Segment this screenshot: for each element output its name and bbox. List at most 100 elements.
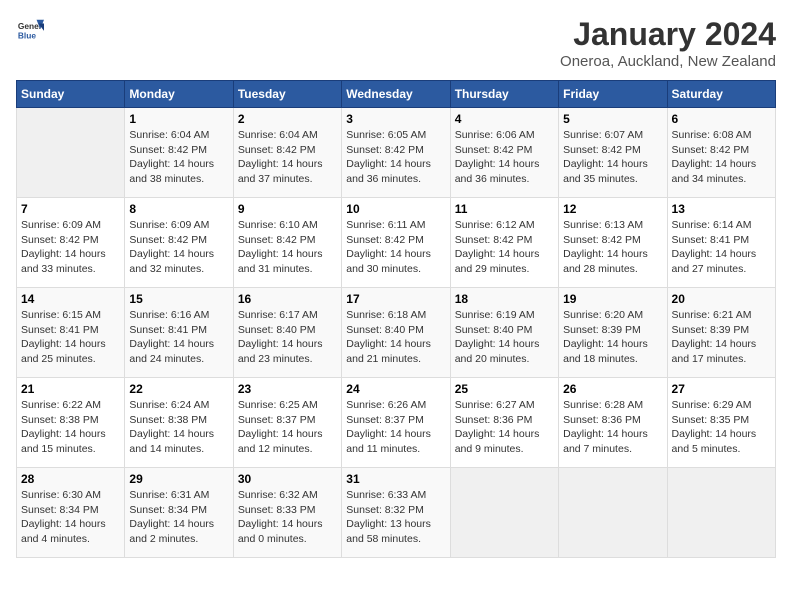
day-number: 31 — [346, 472, 445, 486]
calendar-cell: 12Sunrise: 6:13 AMSunset: 8:42 PMDayligh… — [559, 198, 667, 288]
calendar-cell: 25 Sunrise: 6:27 AMSunset: 8:36 PMDayligh… — [450, 378, 558, 468]
title-block: January 2024 Oneroa, Auckland, New Zeala… — [560, 16, 776, 70]
day-number: 17 — [346, 292, 445, 306]
day-number: 24 — [346, 382, 445, 396]
calendar-cell — [559, 468, 667, 558]
week-row-2: 7 Sunrise: 6:09 AMSunset: 8:42 PMDaylight… — [17, 198, 776, 288]
calendar-cell: 8 Sunrise: 6:09 AMSunset: 8:42 PMDaylight… — [125, 198, 233, 288]
day-number: 20 — [672, 292, 771, 306]
calendar-cell: 4Sunrise: 6:06 AMSunset: 8:42 PMDaylight… — [450, 108, 558, 198]
day-number: 10 — [346, 202, 445, 216]
day-number: 7 — [21, 202, 120, 216]
day-info: Sunrise: 6:10 AMSunset: 8:42 PMDaylight:… — [238, 218, 337, 277]
day-number: 15 — [129, 292, 228, 306]
day-number: 19 — [563, 292, 662, 306]
day-number: 8 — [129, 202, 228, 216]
header-row: SundayMondayTuesdayWednesdayThursdayFrid… — [17, 81, 776, 108]
day-info: Sunrise: 6:17 AMSunset: 8:40 PMDaylight:… — [238, 308, 337, 367]
day-number: 16 — [238, 292, 337, 306]
calendar-cell: 23 Sunrise: 6:25 AMSunset: 8:37 PMDayligh… — [233, 378, 341, 468]
day-number: 3 — [346, 112, 445, 126]
calendar-cell: 20 Sunrise: 6:21 AMSunset: 8:39 PMDayligh… — [667, 288, 775, 378]
day-number: 9 — [238, 202, 337, 216]
day-number: 25 — [455, 382, 554, 396]
day-info: Sunrise: 6:04 AMSunset: 8:42 PMDaylight:… — [238, 128, 337, 187]
header-tuesday: Tuesday — [233, 81, 341, 108]
day-number: 29 — [129, 472, 228, 486]
calendar-cell: 10 Sunrise: 6:11 AMSunset: 8:42 PMDayligh… — [342, 198, 450, 288]
calendar-cell: 17 Sunrise: 6:18 AMSunset: 8:40 PMDayligh… — [342, 288, 450, 378]
calendar-cell: 9 Sunrise: 6:10 AMSunset: 8:42 PMDaylight… — [233, 198, 341, 288]
calendar-cell: 29Sunrise: 6:31 AMSunset: 8:34 PMDayligh… — [125, 468, 233, 558]
calendar-cell: 28 Sunrise: 6:30 AMSunset: 8:34 PMDayligh… — [17, 468, 125, 558]
day-number: 5 — [563, 112, 662, 126]
day-number: 27 — [672, 382, 771, 396]
day-info: Sunrise: 6:21 AMSunset: 8:39 PMDaylight:… — [672, 308, 771, 367]
calendar-cell: 26 Sunrise: 6:28 AMSunset: 8:36 PMDayligh… — [559, 378, 667, 468]
calendar-table: SundayMondayTuesdayWednesdayThursdayFrid… — [16, 80, 776, 558]
day-number: 28 — [21, 472, 120, 486]
day-info: Sunrise: 6:05 AMSunset: 8:42 PMDaylight:… — [346, 128, 445, 187]
day-number: 23 — [238, 382, 337, 396]
day-info: Sunrise: 6:14 AMSunset: 8:41 PMDaylight:… — [672, 218, 771, 277]
day-number: 26 — [563, 382, 662, 396]
day-number: 6 — [672, 112, 771, 126]
calendar-cell — [17, 108, 125, 198]
day-number: 22 — [129, 382, 228, 396]
calendar-cell: 14 Sunrise: 6:15 AMSunset: 8:41 PMDayligh… — [17, 288, 125, 378]
day-number: 1 — [129, 112, 228, 126]
day-number: 14 — [21, 292, 120, 306]
calendar-cell: 2 Sunrise: 6:04 AMSunset: 8:42 PMDaylight… — [233, 108, 341, 198]
calendar-cell: 22 Sunrise: 6:24 AMSunset: 8:38 PMDayligh… — [125, 378, 233, 468]
calendar-cell: 6 Sunrise: 6:08 AMSunset: 8:42 PMDaylight… — [667, 108, 775, 198]
day-info: Sunrise: 6:25 AMSunset: 8:37 PMDaylight:… — [238, 398, 337, 457]
week-row-5: 28 Sunrise: 6:30 AMSunset: 8:34 PMDayligh… — [17, 468, 776, 558]
day-info: Sunrise: 6:07 AMSunset: 8:42 PMDaylight:… — [563, 128, 662, 187]
day-number: 2 — [238, 112, 337, 126]
day-info: Sunrise: 6:26 AMSunset: 8:37 PMDaylight:… — [346, 398, 445, 457]
header-monday: Monday — [125, 81, 233, 108]
day-info: Sunrise: 6:32 AMSunset: 8:33 PMDaylight:… — [238, 488, 337, 547]
day-info: Sunrise: 6:24 AMSunset: 8:38 PMDaylight:… — [129, 398, 228, 457]
day-info: Sunrise: 6:08 AMSunset: 8:42 PMDaylight:… — [672, 128, 771, 187]
day-info: Sunrise: 6:30 AMSunset: 8:34 PMDaylight:… — [21, 488, 120, 547]
day-info: Sunrise: 6:04 AMSunset: 8:42 PMDaylight:… — [129, 128, 228, 187]
svg-text:Blue: Blue — [18, 30, 36, 40]
week-row-3: 14 Sunrise: 6:15 AMSunset: 8:41 PMDayligh… — [17, 288, 776, 378]
calendar-cell: 13Sunrise: 6:14 AMSunset: 8:41 PMDayligh… — [667, 198, 775, 288]
day-info: Sunrise: 6:09 AMSunset: 8:42 PMDaylight:… — [129, 218, 228, 277]
header-saturday: Saturday — [667, 81, 775, 108]
day-info: Sunrise: 6:12 AMSunset: 8:42 PMDaylight:… — [455, 218, 554, 277]
logo-icon: General Blue — [16, 16, 44, 44]
main-title: January 2024 — [560, 16, 776, 53]
calendar-cell — [450, 468, 558, 558]
calendar-cell: 31Sunrise: 6:33 AMSunset: 8:32 PMDayligh… — [342, 468, 450, 558]
calendar-cell: 27Sunrise: 6:29 AMSunset: 8:35 PMDayligh… — [667, 378, 775, 468]
page-header: General Blue January 2024 Oneroa, Auckla… — [16, 16, 776, 70]
week-row-1: 1 Sunrise: 6:04 AMSunset: 8:42 PMDaylight… — [17, 108, 776, 198]
day-number: 4 — [455, 112, 554, 126]
calendar-cell: 24 Sunrise: 6:26 AMSunset: 8:37 PMDayligh… — [342, 378, 450, 468]
calendar-cell — [667, 468, 775, 558]
calendar-cell: 11 Sunrise: 6:12 AMSunset: 8:42 PMDayligh… — [450, 198, 558, 288]
day-info: Sunrise: 6:22 AMSunset: 8:38 PMDaylight:… — [21, 398, 120, 457]
day-info: Sunrise: 6:27 AMSunset: 8:36 PMDaylight:… — [455, 398, 554, 457]
header-wednesday: Wednesday — [342, 81, 450, 108]
calendar-cell: 19Sunrise: 6:20 AMSunset: 8:39 PMDayligh… — [559, 288, 667, 378]
week-row-4: 21 Sunrise: 6:22 AMSunset: 8:38 PMDayligh… — [17, 378, 776, 468]
day-number: 18 — [455, 292, 554, 306]
day-number: 21 — [21, 382, 120, 396]
header-thursday: Thursday — [450, 81, 558, 108]
day-number: 11 — [455, 202, 554, 216]
day-info: Sunrise: 6:28 AMSunset: 8:36 PMDaylight:… — [563, 398, 662, 457]
calendar-cell: 1 Sunrise: 6:04 AMSunset: 8:42 PMDaylight… — [125, 108, 233, 198]
day-info: Sunrise: 6:15 AMSunset: 8:41 PMDaylight:… — [21, 308, 120, 367]
calendar-cell: 15Sunrise: 6:16 AMSunset: 8:41 PMDayligh… — [125, 288, 233, 378]
logo: General Blue — [16, 16, 44, 44]
calendar-cell: 21 Sunrise: 6:22 AMSunset: 8:38 PMDayligh… — [17, 378, 125, 468]
day-info: Sunrise: 6:18 AMSunset: 8:40 PMDaylight:… — [346, 308, 445, 367]
calendar-cell: 30Sunrise: 6:32 AMSunset: 8:33 PMDayligh… — [233, 468, 341, 558]
day-info: Sunrise: 6:11 AMSunset: 8:42 PMDaylight:… — [346, 218, 445, 277]
calendar-cell: 7 Sunrise: 6:09 AMSunset: 8:42 PMDaylight… — [17, 198, 125, 288]
day-info: Sunrise: 6:09 AMSunset: 8:42 PMDaylight:… — [21, 218, 120, 277]
